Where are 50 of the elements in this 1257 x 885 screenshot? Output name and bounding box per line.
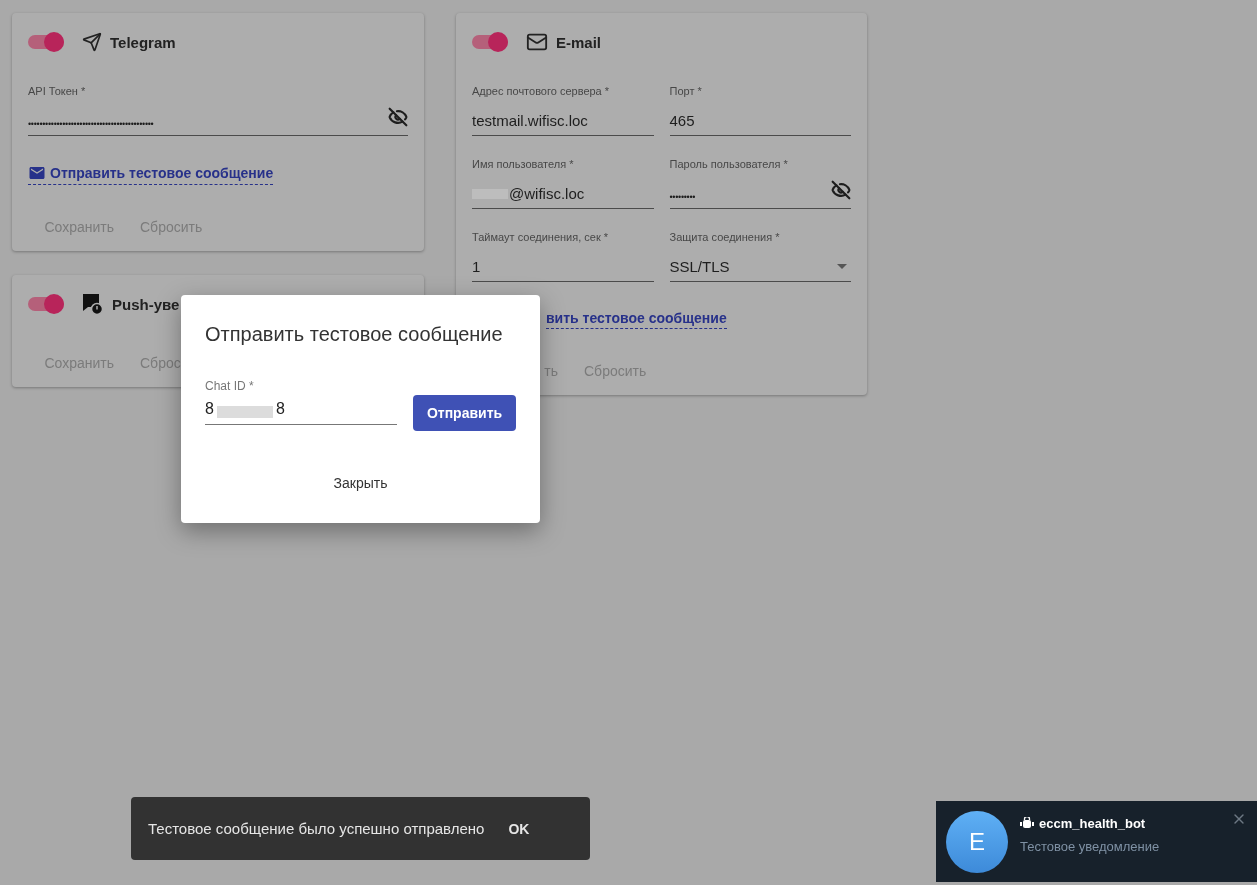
field-value: SSL/TLS	[669, 258, 730, 275]
password-dots: ••••••••••••••••••••••••••••••••••••••••••••	[28, 119, 155, 129]
field-label: Имя пользователя *	[472, 158, 574, 170]
notification-message: Тестовое уведомление	[1020, 838, 1160, 854]
notification-title: eccm_health_bot	[1039, 815, 1146, 831]
input-field[interactable]: API Токен * ••••••••••••••••••••••••••••••••••••••••••••	[28, 85, 408, 136]
input-field[interactable]: Пароль пользователя * •••••••••	[669, 158, 851, 209]
bot-icon	[1020, 817, 1034, 829]
eye-off-icon[interactable]	[831, 180, 851, 200]
input-field[interactable]: Имя пользователя * @wifisc.loc	[472, 158, 654, 209]
card-title: Push-уве	[112, 295, 180, 313]
field-label: API Токен *	[28, 85, 86, 97]
field-label: Порт *	[669, 85, 702, 97]
caret-icon	[837, 264, 847, 269]
card-title: Telegram	[110, 33, 176, 51]
field-value: @wifisc.loc	[509, 185, 585, 202]
field-label: Пароль пользователя *	[669, 158, 788, 170]
snackbar-message: Тестовое сообщение было успешно отправлено	[148, 820, 485, 837]
field-value: testmail.wifisc.loc	[472, 112, 588, 129]
send-test-link[interactable]: вить тестовое сообщение	[546, 310, 727, 329]
input-field[interactable]: Защита соединения * SSL/TLS	[669, 231, 851, 282]
toggle-switch[interactable]	[472, 35, 508, 49]
mail-icon	[526, 31, 548, 53]
field-label: Chat ID *	[205, 379, 254, 393]
close-button[interactable]: Закрыть	[323, 469, 398, 497]
blurred-block	[216, 406, 273, 418]
field-value: 465	[669, 112, 695, 129]
field-value: 8	[275, 400, 285, 418]
send-test-link[interactable]: Отправить тестовое сообщение	[28, 164, 274, 185]
chat-clock-icon	[82, 293, 104, 315]
dialog-title: Отправить тестовое сообщение	[205, 323, 504, 346]
eye-off-icon[interactable]	[388, 107, 408, 127]
input-field[interactable]: Адрес почтового сервера * testmail.wifisc.loc	[472, 85, 654, 136]
password-dots: •••••••••	[669, 192, 697, 202]
toggle-switch[interactable]	[28, 297, 64, 311]
field-value: 1	[472, 258, 481, 275]
paper-plane-icon	[82, 32, 102, 52]
field-label: Защита соединения *	[669, 231, 780, 243]
toggle-switch[interactable]	[28, 35, 64, 49]
field-label: Адрес почтового сервера *	[472, 85, 610, 97]
ok-button[interactable]: OK	[504, 816, 534, 841]
card-title: E-mail	[556, 33, 601, 51]
send-button[interactable]: Отправить	[413, 395, 516, 431]
field-label: Таймаут соединения, сек *	[472, 231, 609, 243]
input-field[interactable]: Chat ID * 8 8	[205, 379, 397, 425]
mail-icon	[28, 164, 46, 182]
field-value: 8	[205, 400, 214, 418]
input-field[interactable]: Таймаут соединения, сек * 1	[472, 231, 654, 282]
input-field[interactable]: Порт * 465	[669, 85, 851, 136]
avatar: E	[946, 810, 1008, 873]
